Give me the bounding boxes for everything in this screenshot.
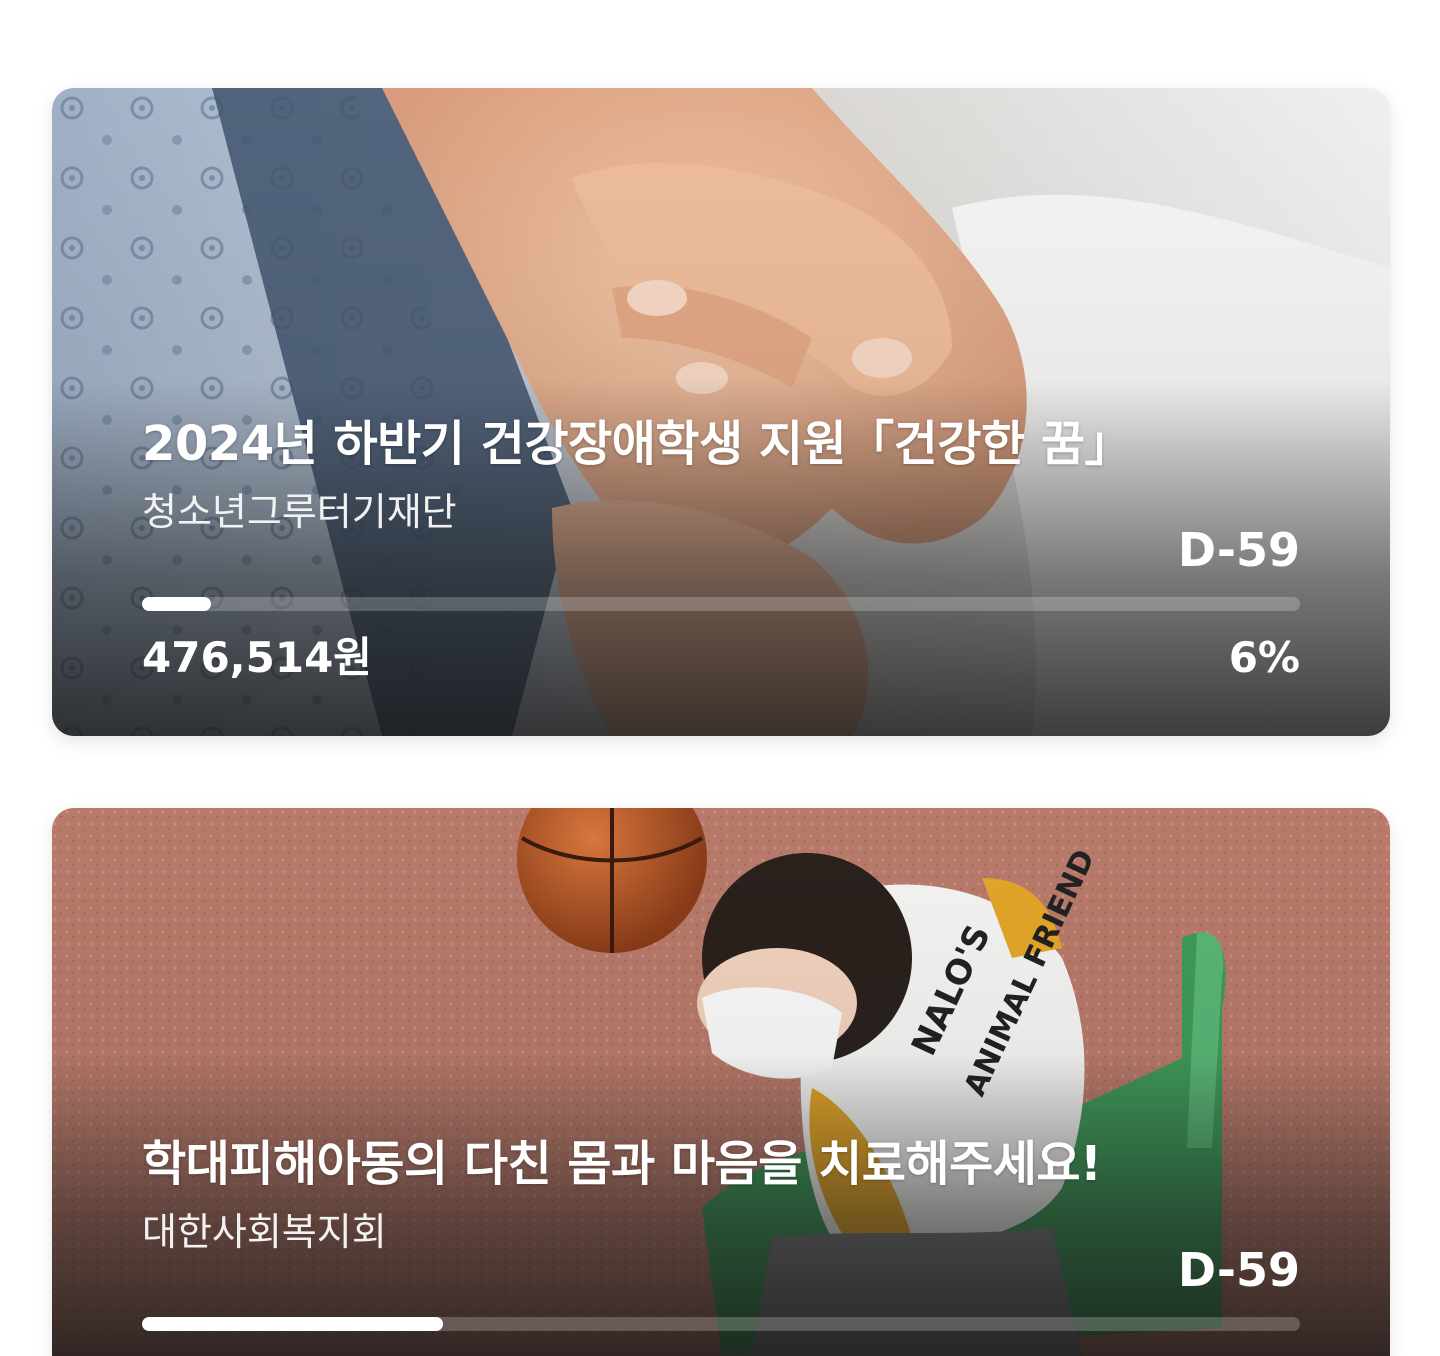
campaign-info: 2024년 하반기 건강장애학생 지원「건강한 꿈」 청소년그루터기재단 D-5… <box>142 414 1300 682</box>
campaign-amount: 476,514원 <box>142 633 372 682</box>
campaign-organization: 대한사회복지회 <box>142 1210 387 1254</box>
campaign-dday: D-59 <box>1177 523 1300 577</box>
progress-bar <box>142 1317 1300 1331</box>
progress-fill <box>142 1317 444 1331</box>
campaign-percent: 6% <box>1228 633 1300 682</box>
campaign-card[interactable]: NALO'S ANIMAL FRIEND 학대피해아동의 다친 몸과 마음을 치… <box>52 808 1390 1356</box>
campaign-card[interactable]: 2024년 하반기 건강장애학생 지원「건강한 꿈」 청소년그루터기재단 D-5… <box>52 88 1390 736</box>
campaign-organization: 청소년그루터기재단 <box>142 490 457 534</box>
progress-fill <box>142 597 212 611</box>
campaign-dday: D-59 <box>1177 1243 1300 1297</box>
progress-bar <box>142 597 1300 611</box>
campaign-title: 2024년 하반기 건강장애학생 지원「건강한 꿈」 <box>142 416 1133 472</box>
campaign-title: 학대피해아동의 다친 몸과 마음을 치료해주세요! <box>142 1136 1102 1192</box>
campaign-info: 학대피해아동의 다친 몸과 마음을 치료해주세요! 대한사회복지회 D-59 <box>142 1134 1300 1331</box>
campaign-list: 2024년 하반기 건강장애학생 지원「건강한 꿈」 청소년그루터기재단 D-5… <box>0 0 1440 1356</box>
